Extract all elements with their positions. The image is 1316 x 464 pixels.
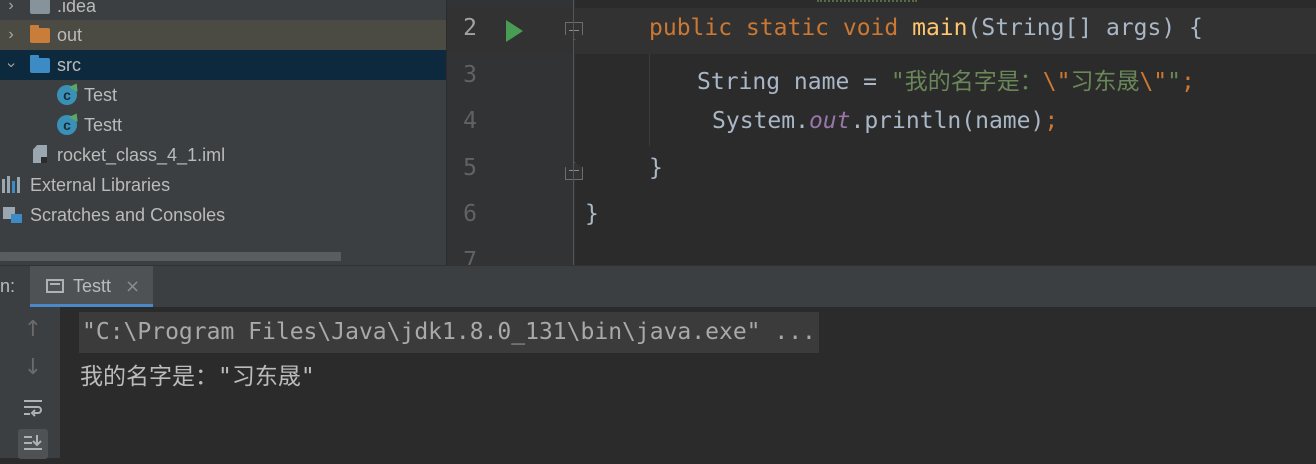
code-line-2: public static void main(String[] args) { bbox=[649, 15, 1203, 41]
up-arrow-icon[interactable]: ↑ bbox=[18, 315, 48, 345]
code-token: .println(name) bbox=[850, 108, 1045, 134]
tree-item-idea[interactable]: › .idea bbox=[0, 0, 446, 21]
code-line-6: } bbox=[585, 201, 599, 227]
string-token: "我的名字是： bbox=[890, 69, 1043, 95]
warning-underline bbox=[817, 0, 917, 5]
tree-item-scratches[interactable]: Scratches and Consoles bbox=[0, 200, 446, 230]
folder-icon bbox=[30, 55, 50, 73]
soft-wrap-icon[interactable] bbox=[18, 393, 48, 423]
tree-item-out[interactable]: › out bbox=[0, 20, 446, 50]
close-icon[interactable]: × bbox=[125, 276, 140, 297]
tree-item-label: Testt bbox=[84, 114, 123, 135]
folder-icon bbox=[30, 25, 50, 43]
line-number: 6 bbox=[463, 201, 477, 227]
tree-item-iml[interactable]: rocket_class_4_1.iml bbox=[0, 140, 446, 170]
string-token: " bbox=[1167, 69, 1181, 95]
method-name-token: main bbox=[912, 15, 968, 41]
line-number: 5 bbox=[463, 155, 477, 181]
gutter-separator bbox=[573, 0, 574, 265]
run-toolbar: ↑ ↓ bbox=[0, 307, 60, 459]
line-number: 3 bbox=[463, 62, 477, 88]
console-command-line: "C:\Program Files\Java\jdk1.8.0_131\bin\… bbox=[79, 312, 819, 353]
libraries-icon bbox=[2, 176, 24, 193]
tree-item-testt[interactable]: c Testt bbox=[0, 110, 446, 140]
escape-token: \" bbox=[1042, 69, 1071, 95]
tree-item-label: .idea bbox=[57, 0, 97, 16]
code-line-5: } bbox=[649, 155, 663, 181]
chevron-down-icon[interactable]: › bbox=[2, 58, 20, 72]
keyword-token: public static void bbox=[649, 15, 913, 41]
chevron-right-icon[interactable]: › bbox=[4, 26, 18, 44]
tree-item-label: out bbox=[57, 24, 83, 45]
tree-item-external-libraries[interactable]: External Libraries bbox=[0, 170, 446, 200]
code-token: System. bbox=[712, 108, 809, 134]
scroll-to-end-icon[interactable] bbox=[18, 429, 48, 459]
scratches-icon bbox=[3, 207, 22, 223]
run-gutter-icon[interactable] bbox=[506, 20, 523, 42]
run-tool-window-header: n: Testt × bbox=[0, 265, 1316, 307]
console-output[interactable]: "C:\Program Files\Java\jdk1.8.0_131\bin\… bbox=[60, 307, 1316, 458]
escape-token: \" bbox=[1139, 69, 1168, 95]
run-panel-title: n: bbox=[0, 276, 16, 296]
down-arrow-icon[interactable]: ↓ bbox=[18, 353, 48, 383]
code-token: String name = bbox=[697, 69, 891, 95]
tree-item-label: External Libraries bbox=[30, 174, 171, 195]
code-line-3: String name = "我的名字是：\"习东晟\""; bbox=[697, 62, 1195, 96]
tree-item-label: Scratches and Consoles bbox=[30, 204, 226, 225]
line-number: 7 bbox=[463, 248, 477, 265]
indent-guide bbox=[649, 54, 650, 146]
tree-item-src[interactable]: › src bbox=[0, 50, 446, 80]
tab-testt[interactable]: Testt × bbox=[30, 266, 153, 307]
module-file-icon bbox=[33, 145, 47, 163]
tab-label: Testt bbox=[73, 276, 112, 296]
semicolon-token: ; bbox=[1044, 108, 1059, 134]
project-tree-panel: › .idea › out › src c Test c Testt rocke… bbox=[0, 0, 446, 265]
code-line-4: System.out.println(name); bbox=[712, 108, 1058, 134]
console-output-line: 我的名字是："习东晟" bbox=[80, 364, 315, 390]
folder-icon bbox=[30, 0, 50, 14]
java-class-icon: c bbox=[57, 115, 77, 135]
static-field-token: out bbox=[808, 108, 851, 134]
horizontal-scrollbar[interactable] bbox=[0, 252, 341, 261]
line-number: 4 bbox=[463, 108, 477, 134]
semicolon-token: ; bbox=[1181, 69, 1195, 95]
tree-item-label: rocket_class_4_1.iml bbox=[57, 144, 226, 165]
line-number: 2 bbox=[463, 15, 477, 41]
tree-item-label: src bbox=[57, 54, 81, 75]
tree-item-test[interactable]: c Test bbox=[0, 80, 446, 110]
tree-item-label: Test bbox=[84, 84, 118, 105]
code-token: (String[] args) { bbox=[967, 15, 1203, 41]
console-icon bbox=[46, 279, 64, 293]
java-class-icon: c bbox=[57, 85, 77, 105]
code-editor[interactable]: 2 3 4 5 6 7 public static void main(Stri… bbox=[447, 0, 1316, 265]
chevron-right-icon[interactable]: › bbox=[4, 0, 18, 15]
string-token: 习东晟 bbox=[1070, 69, 1140, 95]
